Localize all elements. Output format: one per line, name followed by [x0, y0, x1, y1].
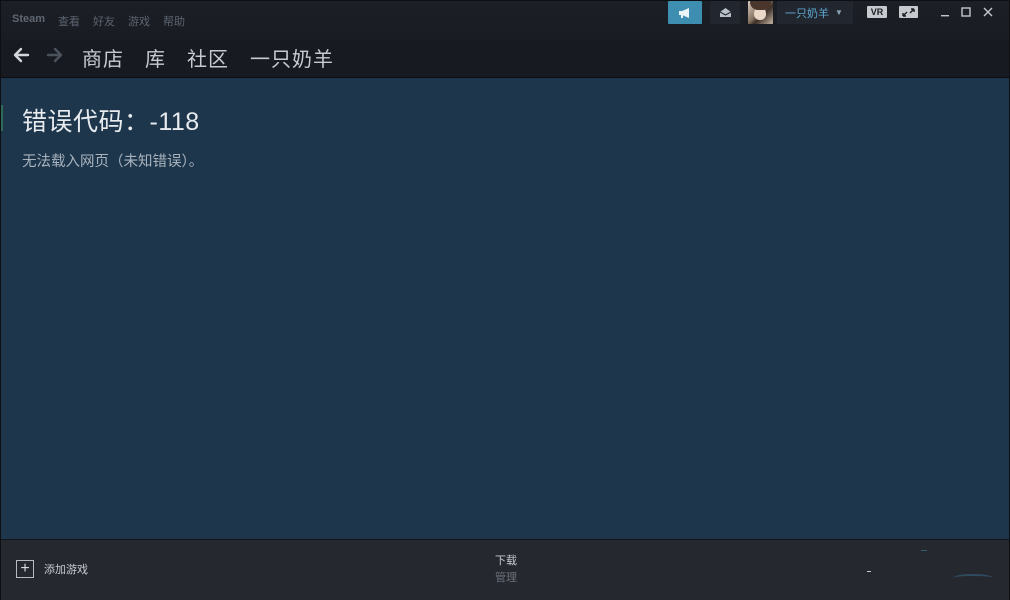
minimize-button[interactable] [937, 3, 953, 21]
nav-community[interactable]: 社区 [187, 43, 229, 72]
menu-help[interactable]: 帮助 [163, 13, 185, 29]
error-message: 无法载入网页（未知错误）。 [22, 154, 204, 170]
friends-chat-indicator[interactable] [867, 571, 871, 572]
nav-profile[interactable]: 一只奶羊 [250, 43, 334, 72]
close-icon [983, 7, 993, 17]
menu-friends[interactable]: 好友 [93, 13, 115, 29]
account-username: 一只奶羊 [785, 7, 829, 20]
avatar[interactable] [748, 1, 773, 24]
downloads-title: 下载 [495, 555, 517, 567]
minimize-icon [941, 15, 949, 17]
error-code-title: 错误代码：-118 [22, 108, 200, 136]
big-picture-button[interactable] [899, 6, 918, 18]
maximize-icon [961, 7, 971, 17]
avatar-hair [750, 1, 771, 10]
downloads-button[interactable]: 下载 管理 [495, 552, 517, 585]
notifications-button[interactable] [710, 1, 740, 24]
maximize-button[interactable] [958, 3, 974, 21]
close-button[interactable] [980, 3, 996, 21]
content-edge-marker [1, 105, 3, 131]
plus-icon: + [16, 560, 34, 578]
chevron-down-icon: ▼ [835, 8, 843, 17]
main-nav-links: 商店 库 社区 一只奶羊 [82, 43, 355, 72]
add-game-button[interactable]: + 添加游戏 [16, 560, 88, 578]
menu-games[interactable]: 游戏 [128, 13, 150, 29]
expand-icon [902, 7, 915, 17]
vr-button[interactable]: VR [867, 6, 887, 18]
announcements-button[interactable] [668, 1, 702, 24]
megaphone-icon [679, 7, 689, 18]
title-bar: Steam 查看 好友 游戏 帮助 一只奶羊 ▼ VR [1, 1, 1009, 39]
forward-arrow-icon[interactable] [45, 45, 65, 65]
menu-view[interactable]: 查看 [58, 13, 80, 29]
friends-decoration [921, 550, 927, 551]
steam-window: Steam 查看 好友 游戏 帮助 一只奶羊 ▼ VR 商店 库 社区 一只奶羊… [0, 0, 1010, 600]
add-game-label: 添加游戏 [44, 564, 88, 576]
bottom-bar: + 添加游戏 下载 管理 [1, 539, 1009, 600]
menu-bar: Steam 查看 好友 游戏 帮助 [12, 13, 198, 29]
menu-steam[interactable]: Steam [12, 13, 45, 29]
browser-content: 错误代码：-118 无法载入网页（未知错误）。 [1, 78, 1009, 539]
navigation-bar: 商店 库 社区 一只奶羊 [1, 39, 1009, 77]
back-arrow-icon[interactable] [11, 45, 31, 65]
downloads-manage-label: 管理 [495, 572, 517, 584]
account-menu-button[interactable]: 一只奶羊 ▼ [777, 1, 853, 24]
envelope-icon [719, 8, 731, 17]
nav-library[interactable]: 库 [145, 43, 166, 72]
friends-chat-glow [953, 574, 993, 582]
nav-store[interactable]: 商店 [82, 43, 124, 72]
